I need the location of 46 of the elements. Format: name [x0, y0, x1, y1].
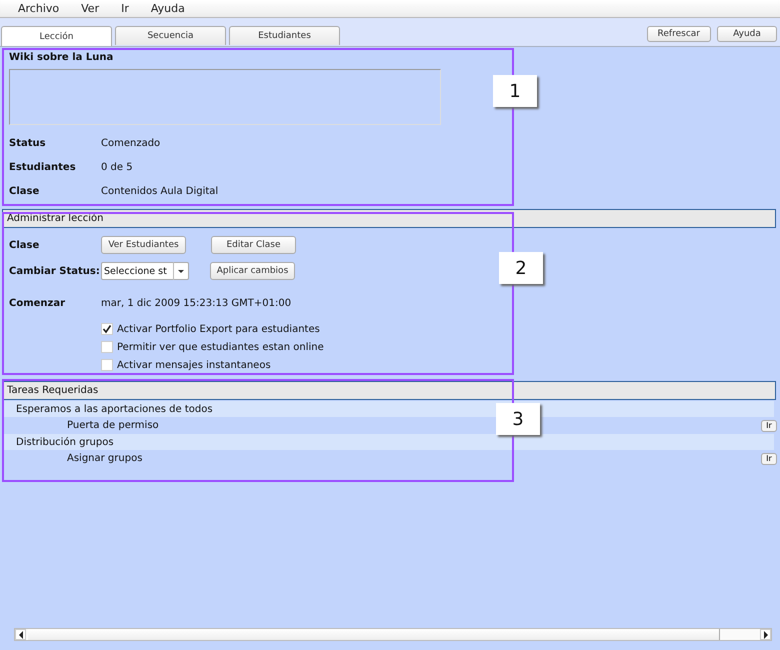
checkbox-label: Activar Portfolio Export para estudiantes [117, 324, 320, 334]
callout-number: 3 [496, 403, 540, 435]
lesson-title: Wiki sobre la Luna [9, 52, 114, 65]
status-dropdown[interactable]: Seleccione st [101, 262, 189, 280]
checkbox-label: Permitir ver que estudiantes estan online [117, 342, 324, 352]
menu-item[interactable]: Ver [81, 2, 100, 15]
scroll-left-icon[interactable] [15, 629, 26, 640]
checkbox[interactable] [101, 341, 113, 353]
field-label: Estudiantes [9, 162, 77, 172]
section-header: Tareas Requeridas [2, 381, 776, 400]
menu-item[interactable]: Ayuda [150, 2, 185, 15]
checkbox-label: Activar mensajes instantaneos [117, 360, 271, 370]
tab[interactable]: Secuencia [115, 26, 226, 45]
horizontal-scrollbar[interactable] [14, 628, 772, 641]
task-group: Distribución grupos [16, 436, 114, 448]
callout-number: 1 [493, 75, 537, 107]
class-button[interactable]: Ver Estudiantes [101, 236, 186, 254]
callout-number: 2 [499, 252, 543, 284]
tab[interactable]: Lección [1, 26, 112, 46]
description-field[interactable] [9, 69, 441, 125]
menu-item[interactable]: Archivo [18, 2, 60, 15]
field-label: Clase [9, 240, 40, 250]
menu-item[interactable]: Ir [121, 2, 129, 15]
field-label: Clase [9, 186, 40, 196]
toolbar-button[interactable]: Refrescar [646, 26, 711, 42]
field-label: Status [9, 138, 47, 148]
toolbar-button[interactable]: Ayuda [717, 26, 777, 42]
apply-button[interactable]: Aplicar cambios [210, 262, 295, 280]
go-button[interactable]: Ir [761, 452, 777, 464]
go-button[interactable]: Ir [761, 420, 777, 432]
section-header: Administrar lección [2, 209, 776, 228]
class-button[interactable]: Editar Clase [211, 236, 296, 254]
field-value: 0 de 5 [101, 162, 133, 172]
task-item: Puerta de permiso [67, 420, 159, 431]
field-label: Comenzar [9, 298, 66, 308]
tab[interactable]: Estudiantes [229, 26, 340, 45]
checkbox[interactable] [101, 323, 113, 335]
field-value: Contenidos Aula Digital [101, 186, 218, 196]
task-group: Esperamos a las aportaciones de todos [16, 404, 213, 414]
start-date: mar, 1 dic 2009 15:23:13 GMT+01:00 [101, 298, 292, 308]
checkbox[interactable] [101, 359, 113, 371]
task-item: Asignar grupos [67, 453, 142, 464]
field-value: Comenzado [101, 138, 160, 148]
field-label: Cambiar Status: [9, 266, 101, 276]
scroll-right-icon[interactable] [760, 629, 771, 640]
scroll-thumb[interactable] [28, 629, 720, 640]
